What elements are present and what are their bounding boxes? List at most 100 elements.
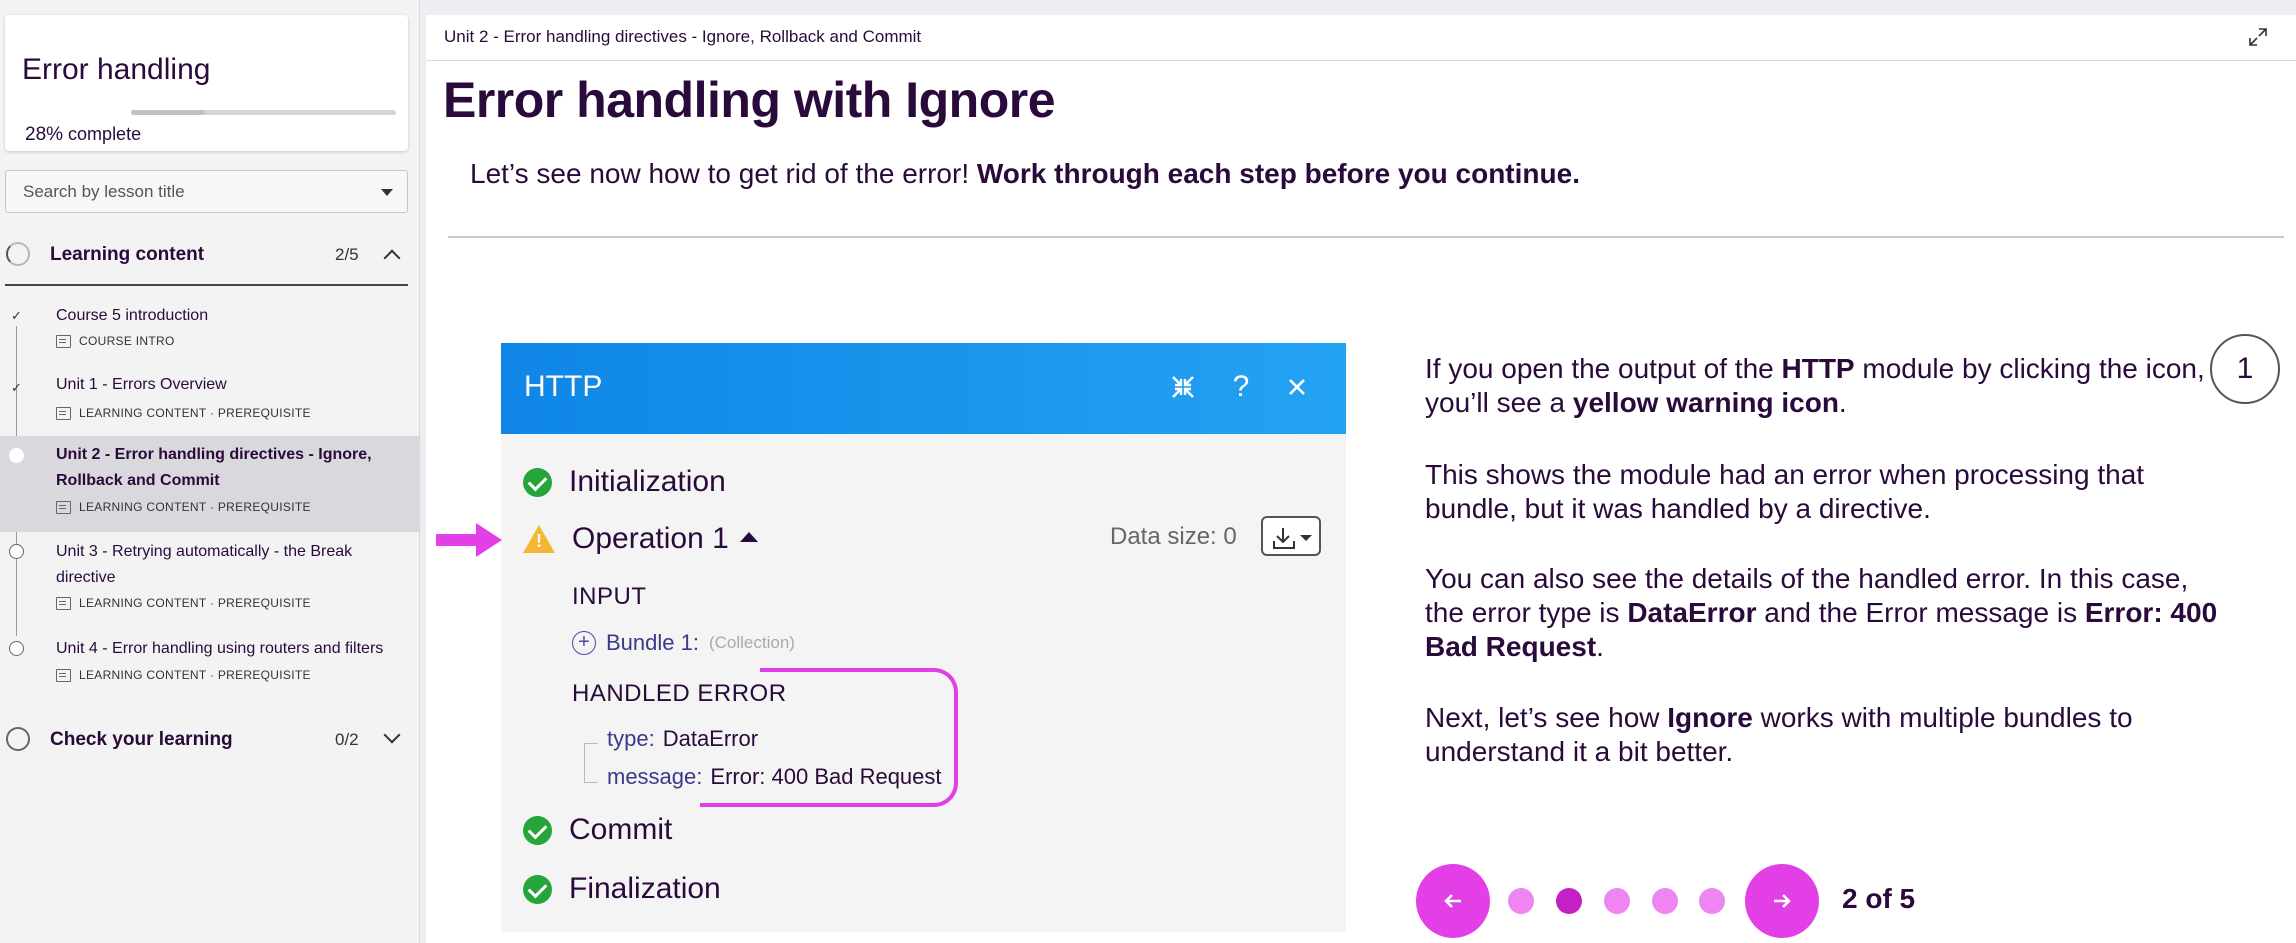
lesson-search-dropdown[interactable]: Search by lesson title: [5, 170, 408, 213]
explanation-paragraph-2: This shows the module had an error when …: [1425, 459, 2145, 524]
section-learning-content[interactable]: Learning content 2/5: [0, 230, 410, 280]
lesson-title: Course 5 introduction: [56, 307, 209, 324]
bundle-type: (Collection): [708, 633, 795, 652]
course-progress-card: Error handling 28% complete: [5, 15, 408, 151]
breadcrumb: Unit 2 - Error handling directives - Ign…: [444, 27, 922, 46]
explanation-paragraph-1: If you open the output of the HTTP modul…: [1425, 352, 2225, 420]
lesson-item-course-intro[interactable]: ✓ Course 5 introduction COURSE INTRO: [0, 300, 420, 366]
incomplete-circle-icon: [9, 641, 24, 656]
progress-text: 28% complete: [25, 124, 141, 146]
section-count: 0/2: [335, 730, 359, 749]
bundle-item[interactable]: + Bundle 1: (Collection): [572, 630, 795, 656]
http-panel-title: HTTP: [524, 370, 603, 403]
lesson-meta-text: COURSE INTRO: [79, 334, 175, 348]
step-label: Finalization: [569, 872, 721, 905]
success-check-icon: [523, 815, 552, 845]
download-dropdown-button[interactable]: [1261, 516, 1321, 556]
intro-plain: Let’s see now how to get rid of the erro…: [470, 158, 977, 189]
progress-fill: [131, 110, 206, 115]
step-label: Initialization: [569, 465, 726, 498]
lesson-item-unit-3[interactable]: Unit 3 - Retrying automatically - the Br…: [0, 540, 420, 610]
explanation-paragraph-4: Next, let’s see how Ignore works with mu…: [1425, 701, 2225, 769]
fullscreen-icon[interactable]: [2248, 27, 2268, 47]
progress-suffix: complete: [68, 124, 142, 144]
error-highlight-outline-bottom: [700, 803, 780, 807]
pager-dot[interactable]: [1699, 888, 1725, 914]
lesson-item-unit-2[interactable]: Unit 2 - Error handling directives - Ign…: [0, 436, 420, 532]
lesson-title: Unit 3 - Retrying automatically - the Br…: [56, 543, 353, 586]
pointer-arrow-icon: [436, 523, 502, 557]
success-check-icon: [523, 874, 552, 904]
step-label: Operation 1: [572, 522, 729, 555]
text: If you open the output of the: [1425, 353, 1782, 384]
text: and the Error message is: [1756, 597, 2085, 628]
lesson-meta: LEARNING CONTENT · PREREQUISITE: [56, 406, 311, 420]
incomplete-circle-icon: [9, 544, 24, 559]
pager-dot[interactable]: [1508, 888, 1534, 914]
progress-ring-icon: [6, 242, 30, 266]
tree-connector: [584, 743, 598, 783]
lesson-meta-text: LEARNING CONTENT · PREREQUISITE: [79, 596, 311, 610]
step-initialization: Initialization: [523, 465, 726, 499]
course-title: Error handling: [22, 53, 211, 86]
handled-error-label: HANDLED ERROR: [572, 680, 787, 707]
content-icon: [56, 406, 71, 420]
collapse-icon[interactable]: [1165, 369, 1201, 405]
success-check-icon: [523, 467, 552, 497]
explanation-paragraph-3: You can also see the details of the hand…: [1425, 562, 2225, 664]
text: Next, let’s see how: [1425, 702, 1668, 733]
next-button[interactable]: [1745, 864, 1819, 938]
expand-plus-icon: +: [572, 631, 596, 655]
text-bold: HTTP: [1781, 353, 1855, 384]
text: .: [1838, 387, 1847, 418]
current-lesson-dot: [9, 448, 24, 463]
step-finalization: Finalization: [523, 872, 721, 906]
lesson-title: Unit 1 - Errors Overview: [56, 376, 227, 393]
http-module-output-panel: HTTP ? Initialization Operation 1 Data s…: [501, 343, 1346, 932]
intro-text: Let’s see now how to get rid of the erro…: [470, 158, 1580, 190]
section-divider: [5, 284, 408, 286]
collapse-triangle-icon: [739, 532, 758, 542]
text-bold: DataError: [1627, 597, 1757, 628]
text-bold: yellow warning icon: [1572, 387, 1839, 418]
intro-bold: Work through each step before you contin…: [976, 158, 1580, 189]
pager-dot[interactable]: [1652, 888, 1678, 914]
error-type-row: type: DataError: [607, 726, 758, 752]
bundle-label: Bundle 1:: [606, 630, 699, 655]
error-highlight-outline: [760, 668, 958, 807]
pager-count: 2 of 5: [1842, 883, 1916, 914]
pager-dot-current[interactable]: [1556, 888, 1582, 914]
step-commit: Commit: [523, 813, 672, 847]
caret-down-icon: [381, 189, 393, 196]
lesson-item-unit-4[interactable]: Unit 4 - Error handling using routers an…: [0, 637, 420, 689]
lesson-meta: COURSE INTRO: [56, 334, 175, 348]
lesson-meta-text: LEARNING CONTENT · PREREQUISITE: [79, 668, 311, 682]
arrow-left-icon: [1444, 894, 1461, 908]
type-value: DataError: [662, 726, 759, 751]
type-key: type:: [607, 726, 655, 751]
pager-dot[interactable]: [1604, 888, 1630, 914]
content-icon: [56, 596, 71, 610]
content-icon: [56, 668, 71, 682]
search-placeholder: Search by lesson title: [23, 182, 185, 201]
step-operation[interactable]: Operation 1: [523, 522, 758, 556]
section-label: Learning content: [50, 244, 205, 265]
content-icon: [56, 500, 71, 514]
lesson-meta-text: LEARNING CONTENT · PREREQUISITE: [79, 500, 311, 514]
data-size-label: Data size: 0: [1110, 523, 1237, 550]
help-icon[interactable]: ?: [1223, 369, 1259, 405]
step-label: Commit: [569, 813, 673, 846]
step-number-marker[interactable]: 1: [2210, 334, 2280, 404]
lesson-item-unit-1[interactable]: ✓ Unit 1 - Errors Overview LEARNING CONT…: [0, 372, 420, 438]
close-icon[interactable]: [1279, 369, 1315, 405]
text-bold: Ignore: [1667, 702, 1753, 733]
message-key: message:: [607, 764, 703, 789]
lesson-meta: LEARNING CONTENT · PREREQUISITE: [56, 668, 311, 682]
section-check-your-learning[interactable]: Check your learning 0/2: [0, 715, 410, 765]
previous-button[interactable]: [1416, 864, 1490, 938]
input-section-label: INPUT: [572, 583, 647, 610]
page-title: Error handling with Ignore: [443, 72, 1056, 128]
lesson-meta: LEARNING CONTENT · PREREQUISITE: [56, 500, 311, 514]
yellow-warning-icon: [523, 525, 555, 553]
content-divider: [448, 236, 2284, 238]
